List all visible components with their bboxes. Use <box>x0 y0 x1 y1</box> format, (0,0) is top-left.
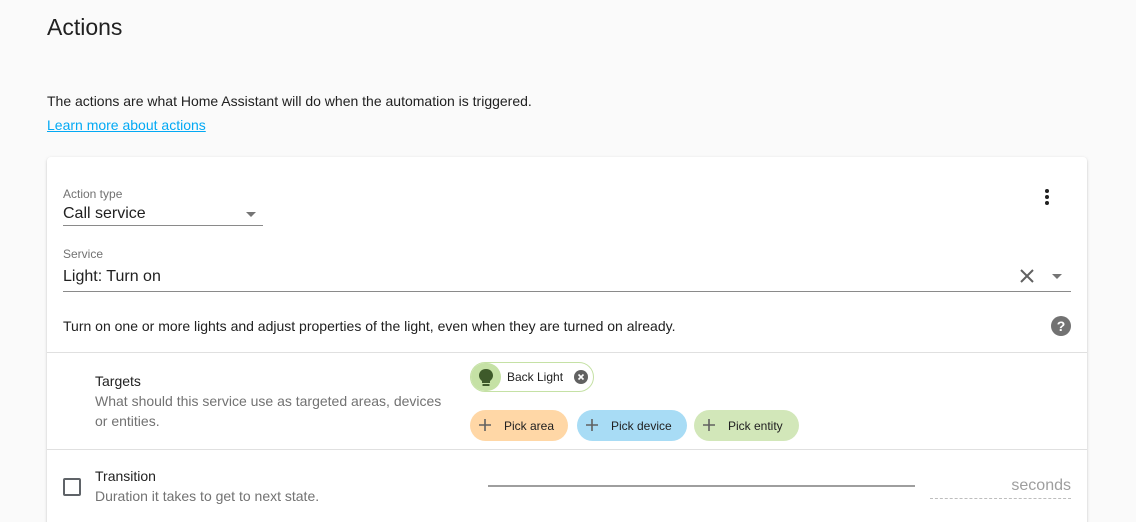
divider <box>47 449 1087 450</box>
remove-icon[interactable] <box>574 370 588 384</box>
seconds-underline <box>930 498 1071 499</box>
more-vert-icon[interactable] <box>1037 187 1057 207</box>
plus-icon <box>479 419 491 431</box>
action-card: Action type Call service Service Light: … <box>47 157 1087 522</box>
section-title: Actions <box>47 14 123 40</box>
targets-description: What should this service use as targeted… <box>95 393 442 429</box>
service-value[interactable]: Light: Turn on <box>63 268 161 286</box>
learn-more-link[interactable]: Learn more about actions <box>47 117 206 133</box>
entity-chip[interactable]: Back Light <box>470 362 594 392</box>
divider <box>47 352 1087 353</box>
transition-seconds-input[interactable]: seconds <box>930 473 1071 499</box>
transition-title: Transition <box>95 468 156 484</box>
close-icon[interactable] <box>1017 266 1037 286</box>
transition-description: Duration it takes to get to next state. <box>95 488 320 504</box>
pick-area-button[interactable]: Pick area <box>470 410 568 441</box>
seconds-suffix: seconds <box>1011 477 1071 494</box>
pick-device-label: Pick device <box>611 419 672 433</box>
action-type-underline <box>63 225 263 226</box>
service-label: Service <box>63 247 104 261</box>
chevron-down-icon[interactable] <box>246 212 256 217</box>
action-type-label: Action type <box>63 187 123 201</box>
plus-icon <box>703 419 715 431</box>
pick-device-button[interactable]: Pick device <box>577 410 687 441</box>
section-intro: The actions are what Home Assistant will… <box>47 93 532 109</box>
lightbulb-icon <box>479 369 493 386</box>
pick-entity-button[interactable]: Pick entity <box>694 410 799 441</box>
transition-checkbox[interactable] <box>63 478 81 496</box>
chip-icon-background <box>471 363 501 391</box>
pick-area-label: Pick area <box>504 419 555 433</box>
entity-chip-label: Back Light <box>507 370 564 384</box>
pick-entity-label: Pick entity <box>728 419 783 433</box>
transition-slider[interactable] <box>488 485 915 487</box>
plus-icon <box>586 419 598 431</box>
automation-editor-page: Actions The actions are what Home Assist… <box>0 0 1136 522</box>
action-type-value[interactable]: Call service <box>63 205 146 223</box>
chevron-down-icon[interactable] <box>1052 274 1062 279</box>
service-underline <box>63 291 1071 292</box>
help-icon[interactable]: ? <box>1051 316 1071 336</box>
service-description: Turn on one or more lights and adjust pr… <box>63 318 676 334</box>
targets-title: Targets <box>95 373 141 389</box>
